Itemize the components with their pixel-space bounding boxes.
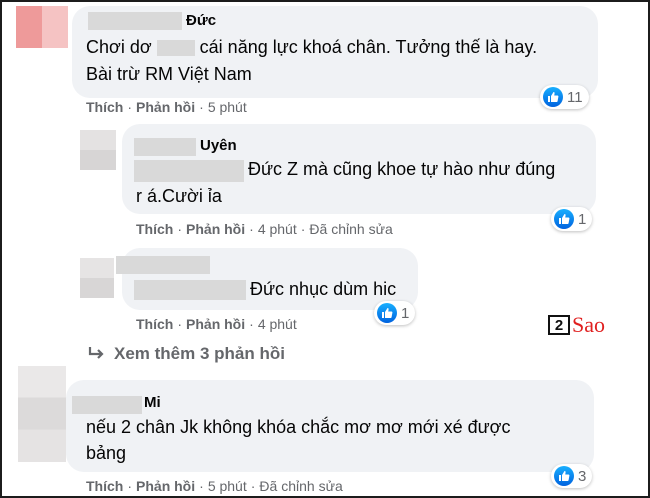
reaction-number: 1 <box>578 210 587 228</box>
separator: · <box>249 221 254 237</box>
logo-word: Sao <box>572 312 605 337</box>
avatar[interactable] <box>80 258 114 298</box>
thumbs-up-icon <box>543 87 563 107</box>
comment-text: Chơi dơ cái năng lực khoá chân. Tưởng th… <box>86 34 537 61</box>
separator: · <box>249 316 254 332</box>
reaction-count[interactable]: 3 <box>551 464 593 488</box>
edited-label[interactable]: Đã chỉnh sửa <box>259 478 342 494</box>
avatar[interactable] <box>18 366 66 462</box>
commenter-name[interactable]: Đức <box>186 12 216 29</box>
separator: · <box>127 478 133 494</box>
reaction-number: 3 <box>578 467 587 485</box>
avatar[interactable] <box>80 130 116 170</box>
separator: · <box>250 478 256 494</box>
censor-block <box>156 40 195 57</box>
thumbs-up-icon <box>377 303 397 323</box>
like-button[interactable]: Thích <box>136 316 173 332</box>
commenter-name[interactable]: Uyên <box>200 137 237 154</box>
reply-button[interactable]: Phản hồi <box>136 478 195 494</box>
separator: · <box>127 99 133 115</box>
reply-button[interactable]: Phản hồi <box>186 221 245 237</box>
separator: · <box>177 316 183 332</box>
reply-arrow-icon <box>88 347 104 359</box>
view-more-label: Xem thêm 3 phản hồi <box>114 344 285 363</box>
separator: · <box>177 221 183 237</box>
reaction-number: 11 <box>567 88 583 106</box>
blurred-name <box>134 138 196 156</box>
comment-text-line: r á.Cười ỉa <box>136 186 222 206</box>
blurred-tag <box>134 160 244 182</box>
blurred-tag <box>134 280 246 300</box>
commenter-name[interactable]: Mi <box>144 394 161 411</box>
reaction-count[interactable]: 1 <box>551 207 593 231</box>
reaction-count[interactable]: 1 <box>374 301 416 325</box>
avatar[interactable] <box>16 6 68 48</box>
reaction-count[interactable]: 11 <box>540 85 589 109</box>
comment-actions: Thích · Phản hồi · 5 phút <box>86 99 247 115</box>
timestamp[interactable]: 4 phút <box>258 221 297 237</box>
like-button[interactable]: Thích <box>86 478 123 494</box>
timestamp[interactable]: 4 phút <box>258 316 297 332</box>
blurred-name <box>116 256 210 274</box>
thumbs-up-icon <box>554 466 574 486</box>
watermark-logo: 2 Sao <box>548 312 605 338</box>
comment-text-part: Chơi dơ <box>86 37 152 57</box>
logo-number: 2 <box>548 315 570 335</box>
comment-text-line: bảng <box>86 443 127 463</box>
comment-text-line: Đức nhục dùm hic <box>250 279 397 299</box>
comment-actions: Thích · Phản hồi · 4 phút <box>136 316 297 332</box>
blurred-name <box>88 12 182 30</box>
view-more-replies[interactable]: Xem thêm 3 phản hồi <box>88 344 285 364</box>
comment-text-line: nếu 2 chân Jk không khóa chắc mơ mơ mới … <box>86 417 511 437</box>
comment-text-line: Đức Z mà cũng khoe tự hào như đúng <box>248 159 556 179</box>
reaction-number: 1 <box>401 304 410 322</box>
thumbs-up-icon <box>554 209 574 229</box>
blurred-name <box>72 396 142 414</box>
comment-text-line: Bài trừ RM Việt Nam <box>86 64 252 84</box>
separator: · <box>300 221 306 237</box>
comment-actions: Thích · Phản hồi · 5 phút · Đã chỉnh sửa <box>86 478 343 494</box>
reply-button[interactable]: Phản hồi <box>136 99 195 115</box>
edited-label[interactable]: Đã chỉnh sửa <box>309 221 392 237</box>
comment-actions: Thích · Phản hồi · 4 phút · Đã chỉnh sửa <box>136 221 393 237</box>
separator: · <box>199 478 204 494</box>
reply-button[interactable]: Phản hồi <box>186 316 245 332</box>
separator: · <box>199 99 204 115</box>
like-button[interactable]: Thích <box>136 221 173 237</box>
timestamp[interactable]: 5 phút <box>208 478 247 494</box>
comment-text-part: cái năng lực khoá chân. Tưởng thế là hay… <box>199 37 538 57</box>
timestamp[interactable]: 5 phút <box>208 99 247 115</box>
like-button[interactable]: Thích <box>86 99 123 115</box>
